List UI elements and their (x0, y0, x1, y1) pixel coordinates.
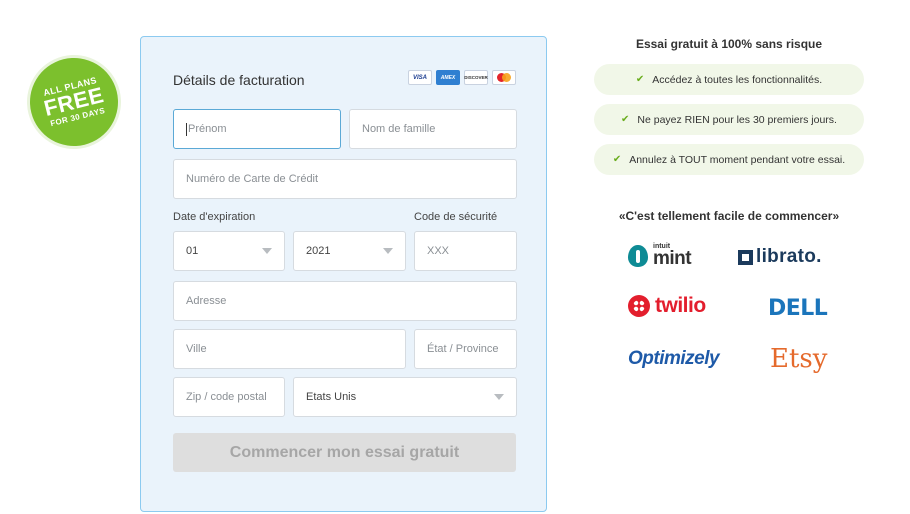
testimonial-title: «C'est tellement facile de commencer» (618, 209, 840, 223)
check-icon: ✔ (621, 114, 630, 125)
security-code-label: Code de sécurité (414, 211, 498, 223)
free-trial-badge: ALL PLANS FREE FOR 30 DAYS (20, 48, 128, 156)
state-input[interactable]: État / Province (414, 329, 517, 369)
benefit-item: ✔ Annulez à TOUT moment pendant votre es… (594, 144, 864, 175)
expiration-label: Date d'expiration (173, 211, 256, 223)
start-trial-button[interactable]: Commencer mon essai gratuit (173, 433, 516, 472)
card-number-input[interactable]: Numéro de Carte de Crédit (173, 159, 517, 199)
first-name-input[interactable]: Prénom (173, 109, 341, 149)
check-icon: ✔ (635, 74, 645, 85)
librato-logo: librato. (738, 246, 822, 268)
etsy-logo: Etsy (770, 344, 828, 374)
security-code-input[interactable]: XXX (414, 231, 517, 271)
address-input[interactable]: Adresse (173, 281, 517, 321)
check-icon: ✔ (612, 154, 622, 165)
expiry-year-select[interactable]: 2021 (293, 231, 406, 271)
mastercard-card-icon (492, 70, 516, 85)
country-value: Etats Unis (306, 391, 357, 403)
expiry-year-value: 2021 (306, 245, 331, 257)
benefit-item: ✔ Ne payez RIEN pour les 30 premiers jou… (594, 104, 864, 135)
risk-free-title: Essai gratuit à 100% sans risque (635, 37, 823, 51)
twilio-circle-icon (628, 295, 650, 317)
amex-card-icon: AMEX (436, 70, 460, 85)
librato-square-icon (738, 249, 753, 265)
chevron-down-icon (383, 248, 393, 254)
expiry-month-value: 01 (186, 245, 199, 257)
billing-form: Détails de facturation VISA AMEX DISCOVE… (140, 36, 547, 512)
billing-title: Détails de facturation (173, 72, 305, 88)
optimizely-logo: Optimizely (628, 348, 720, 369)
zip-input[interactable]: Zip / code postal (173, 377, 285, 417)
chevron-down-icon (494, 394, 504, 400)
dell-logo: DELL (768, 296, 828, 321)
expiry-month-select[interactable]: 01 (173, 231, 285, 271)
discover-card-icon: DISCOVER (464, 70, 488, 85)
mint-logo: intuit mint (628, 243, 692, 268)
country-select[interactable]: Etats Unis (293, 377, 517, 417)
twilio-logo: twilio (628, 294, 706, 318)
last-name-input[interactable]: Nom de famille (349, 109, 517, 149)
city-input[interactable]: Ville (173, 329, 406, 369)
benefit-item: ✔ Accédez à toutes les fonctionnalités. (594, 64, 864, 95)
accepted-cards: VISA AMEX DISCOVER (408, 70, 516, 85)
chevron-down-icon (262, 248, 272, 254)
mint-drop-icon (628, 244, 648, 267)
visa-card-icon: VISA (408, 70, 432, 85)
